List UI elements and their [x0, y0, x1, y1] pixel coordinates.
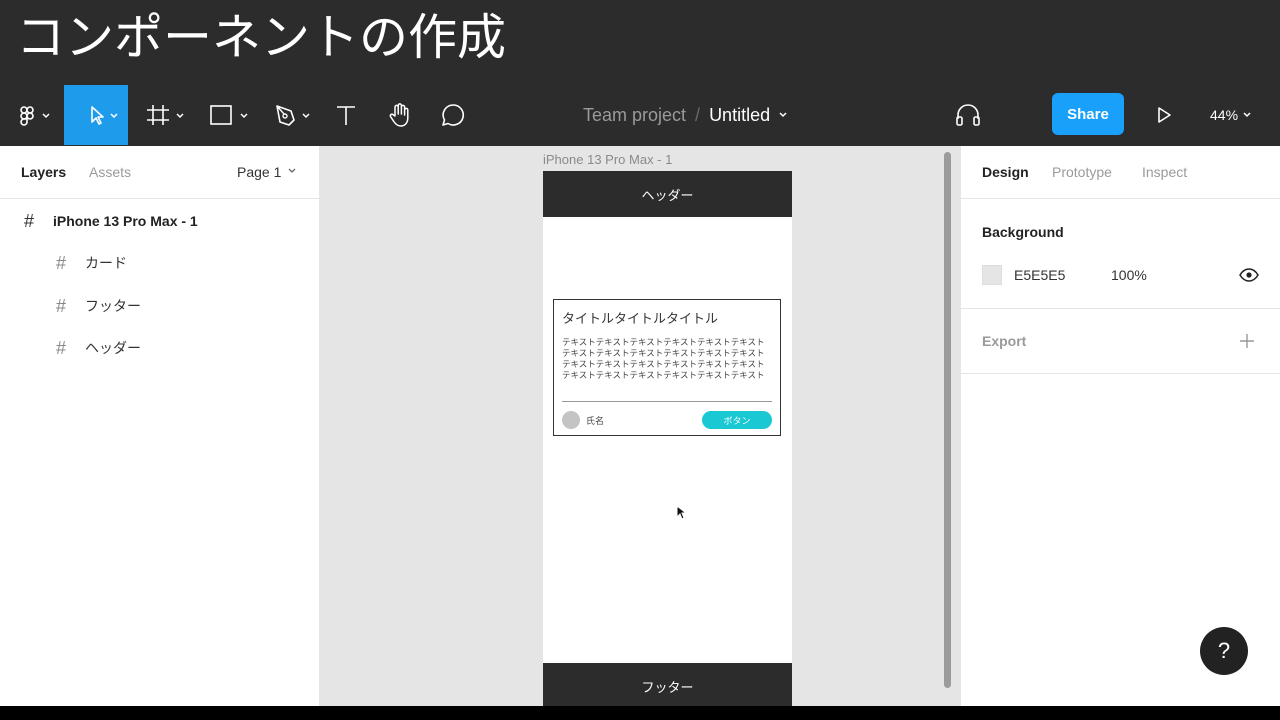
frame-hash-icon: # — [56, 295, 67, 316]
breadcrumb-team[interactable]: Team project — [583, 105, 686, 126]
pen-tool-button[interactable] — [270, 85, 322, 145]
eye-icon[interactable] — [1239, 267, 1259, 283]
frame-tool-button[interactable] — [140, 85, 192, 145]
zoom-level: 44% — [1210, 107, 1239, 123]
background-opacity[interactable]: 100% — [1111, 267, 1147, 283]
frame-label[interactable]: iPhone 13 Pro Max - 1 — [543, 152, 672, 167]
audio-button[interactable] — [950, 85, 986, 145]
canvas-scrollbar[interactable] — [944, 152, 951, 688]
layer-name: フッター — [85, 298, 141, 314]
breadcrumb: Team project / Untitled — [583, 103, 796, 127]
text-t-icon — [337, 106, 355, 125]
mouse-pointer-icon — [676, 505, 688, 520]
avatar — [562, 411, 580, 429]
text-tool-button[interactable] — [332, 85, 360, 145]
rectangle-icon — [210, 105, 248, 125]
layer-row-frame[interactable]: # iPhone 13 Pro Max - 1 — [0, 205, 320, 237]
card-component[interactable]: タイトルタイトルタイトル テキストテキストテキストテキストテキストテキストテキス… — [553, 299, 781, 436]
layer-name: カード — [85, 255, 127, 271]
export-section: Export — [961, 309, 1280, 374]
title-banner: コンポーネントの作成 — [0, 0, 1280, 85]
layers-panel: Layers Assets Page 1 # iPhone 13 Pro Max… — [0, 146, 320, 706]
tab-prototype[interactable]: Prototype — [1052, 164, 1112, 180]
toolbar: Team project / Untitled Share 44% — [0, 85, 1280, 145]
shape-tool-button[interactable] — [204, 85, 256, 145]
frame-hash-icon: # — [24, 210, 35, 231]
chevron-down-icon — [1243, 112, 1251, 118]
headphones-icon — [956, 104, 980, 126]
comment-tool-button[interactable] — [438, 85, 468, 145]
main-menu-button[interactable] — [10, 85, 58, 145]
background-heading: Background — [982, 224, 1064, 240]
tab-design[interactable]: Design — [982, 164, 1029, 180]
play-icon — [1158, 107, 1171, 123]
move-tool-button[interactable] — [64, 85, 128, 145]
card-body-text: テキストテキストテキストテキストテキストテキストテキストテキストテキストテキスト… — [562, 338, 765, 381]
layer-name: iPhone 13 Pro Max - 1 — [53, 213, 198, 229]
breadcrumb-separator: / — [695, 104, 701, 125]
layer-row-footer[interactable]: # フッター — [0, 290, 320, 322]
frame-hash-icon: # — [56, 337, 67, 358]
right-panel-tabs: Design Prototype Inspect — [961, 146, 1280, 199]
frame-header[interactable]: ヘッダー — [543, 171, 792, 217]
figma-logo-icon — [20, 106, 50, 126]
frame-footer[interactable]: フッター — [543, 663, 792, 706]
properties-panel: Design Prototype Inspect Background E5E5… — [960, 146, 1280, 706]
hand-tool-button[interactable] — [384, 85, 416, 145]
export-heading: Export — [982, 333, 1027, 349]
card-divider — [562, 401, 772, 402]
chevron-down-icon[interactable] — [770, 105, 796, 125]
frame-hash-icon: # — [56, 252, 67, 273]
iphone-frame[interactable]: ヘッダー タイトルタイトルタイトル テキストテキストテキストテキストテキストテキ… — [543, 171, 792, 706]
background-section: Background E5E5E5 100% — [961, 199, 1280, 309]
file-name[interactable]: Untitled — [709, 105, 770, 126]
page-name: Page 1 — [237, 164, 282, 180]
present-button[interactable] — [1150, 85, 1178, 145]
comment-bubble-icon — [442, 104, 465, 126]
tab-assets[interactable]: Assets — [89, 164, 131, 180]
layer-name: ヘッダー — [85, 340, 141, 356]
card-button[interactable]: ボタン — [702, 411, 772, 429]
background-color-hex[interactable]: E5E5E5 — [1014, 267, 1065, 283]
tab-inspect[interactable]: Inspect — [1142, 164, 1187, 180]
tab-layers[interactable]: Layers — [21, 164, 66, 180]
bottom-bar — [0, 706, 1280, 720]
background-color-swatch[interactable] — [982, 265, 1002, 285]
pen-icon — [276, 105, 310, 126]
chevron-down-icon — [288, 168, 296, 173]
layer-row-card[interactable]: # カード — [0, 247, 320, 279]
page-selector[interactable]: Page 1 — [237, 164, 299, 180]
card-author-name: 氏名 — [586, 417, 605, 427]
plus-icon[interactable] — [1239, 333, 1255, 349]
card-title: タイトルタイトルタイトル — [562, 312, 719, 327]
share-button[interactable]: Share — [1052, 93, 1124, 135]
cursor-arrow-icon — [91, 106, 118, 125]
zoom-control[interactable]: 44% — [1210, 103, 1256, 127]
layer-row-header[interactable]: # ヘッダー — [0, 332, 320, 364]
frame-hash-icon — [147, 105, 184, 125]
design-canvas[interactable]: iPhone 13 Pro Max - 1 ヘッダー タイトルタイトルタイトル … — [320, 146, 960, 706]
banner-title: コンポーネントの作成 — [16, 9, 507, 66]
left-panel-tabs: Layers Assets Page 1 — [0, 146, 320, 199]
hand-icon — [389, 103, 409, 127]
help-button[interactable]: ? — [1200, 627, 1248, 675]
